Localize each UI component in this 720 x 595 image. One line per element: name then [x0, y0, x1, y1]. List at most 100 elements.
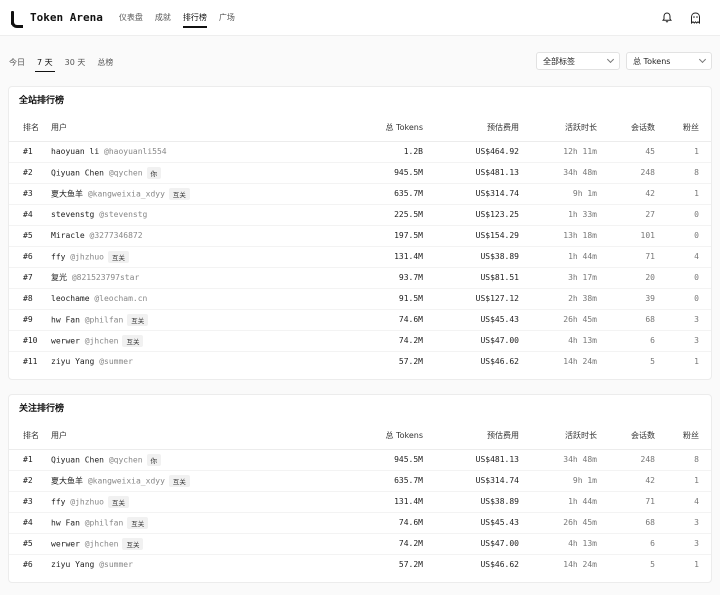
user-cell[interactable]: haoyuan li @haoyuanli554: [45, 141, 349, 163]
table-row[interactable]: #6 ffy @jhzhuo 互关 131.4M US$38.89 1h 44m 71 4: [9, 246, 711, 268]
cost-cell: US$46.62: [480, 357, 519, 367]
user-cell[interactable]: leochame @leocham.cn: [45, 288, 349, 310]
table-row[interactable]: #10 werwer @jhchen 互关 74.2M US$47.00 4h 13m 6 3: [9, 330, 711, 352]
tokens-cell: 945.5M: [349, 449, 429, 471]
user-name[interactable]: haoyuan li: [51, 147, 99, 156]
range-tab-30d[interactable]: 30 天: [64, 52, 87, 74]
active-time-cell: 2h 38m: [525, 288, 603, 310]
user-name[interactable]: ziyu Yang: [51, 357, 94, 366]
user-name[interactable]: werwer: [51, 336, 80, 345]
global-leaderboard-card: 全站排行榜 排名 用户 总 Tokens 预估费用 活跃时长 会话数 粉丝 #1…: [8, 86, 712, 380]
active-time-cell: 34h 48m: [525, 449, 603, 471]
user-cell[interactable]: stevenstg @stevenstg: [45, 204, 349, 226]
nav-item-plaza[interactable]: 广场: [219, 0, 235, 36]
table-row[interactable]: #4 stevenstg @stevenstg 225.5M US$123.25 1h …: [9, 204, 711, 226]
table-row[interactable]: #3 夏大鱼羊 @kangweixia_xdyy 互关 635.7M US$314.74…: [9, 183, 711, 205]
col-active-time[interactable]: 活跃时长: [525, 423, 603, 450]
fans-cell: 1: [661, 183, 711, 205]
cost-cell: US$481.13: [429, 449, 525, 471]
fans-cell: 3: [661, 330, 711, 352]
user-name[interactable]: werwer: [51, 539, 80, 548]
user-name[interactable]: 复光: [51, 273, 67, 282]
rank-cell: #4: [9, 512, 45, 534]
table-row[interactable]: #9 hw Fan @philfan 互关 74.6M US$45.43 26h 45m 6…: [9, 309, 711, 331]
col-fans[interactable]: 粉丝: [661, 423, 711, 450]
table-row[interactable]: #8 leochame @leocham.cn 91.5M US$127.12 2h 3…: [9, 288, 711, 310]
user-name[interactable]: hw Fan: [51, 518, 80, 527]
user-cell[interactable]: Qiyuan Chen @qychen 你: [45, 449, 349, 471]
chevron-down-icon: [698, 55, 707, 64]
col-cost[interactable]: 预估费用: [429, 115, 525, 142]
col-tokens[interactable]: 总 Tokens: [349, 115, 429, 142]
fans-cell: 1: [661, 470, 711, 492]
user-name[interactable]: ffy: [51, 497, 65, 506]
active-time-cell: 12h 11m: [525, 141, 603, 163]
col-user: 用户: [45, 423, 349, 450]
user-name[interactable]: Miracle: [51, 231, 85, 240]
metric-select[interactable]: 总 Tokens: [626, 52, 712, 70]
table-row[interactable]: #7 复光 @821523797star 93.7M US$81.51 3h 17m 20…: [9, 267, 711, 289]
col-cost[interactable]: 预估费用: [429, 423, 525, 450]
table-row[interactable]: #11 ziyu Yang @summer 57.2M US$46.62 14h 24m…: [9, 351, 711, 372]
user-name[interactable]: ziyu Yang: [51, 560, 94, 569]
range-tab-today[interactable]: 今日: [8, 52, 26, 74]
sessions-cell: 68: [603, 309, 661, 331]
user-cell[interactable]: hw Fan @philfan 互关: [45, 512, 349, 534]
user-cell[interactable]: ziyu Yang @summer: [45, 351, 349, 372]
tag-select[interactable]: 全部标签: [536, 52, 620, 70]
cost-cell: US$47.00: [429, 330, 525, 352]
user-cell[interactable]: ffy @jhzhuo 互关: [45, 246, 349, 268]
user-cell[interactable]: 夏大鱼羊 @kangweixia_xdyy 互关: [45, 183, 349, 205]
relation-badge: 互关: [108, 495, 129, 508]
user-cell[interactable]: 夏大鱼羊 @kangweixia_xdyy 互关: [45, 470, 349, 492]
cost-cell: US$81.51: [429, 267, 525, 289]
col-rank: 排名: [9, 115, 45, 142]
nav-item-achievements[interactable]: 成就: [155, 0, 171, 36]
col-sessions[interactable]: 会话数: [603, 115, 661, 142]
table-row[interactable]: #1 Qiyuan Chen @qychen 你 945.5M US$481.13 34h…: [9, 449, 711, 471]
user-cell[interactable]: Qiyuan Chen @qychen 你: [45, 162, 349, 184]
ghost-icon[interactable]: [688, 11, 702, 25]
table-row[interactable]: #4 hw Fan @philfan 互关 74.6M US$45.43 26h 45m 6…: [9, 512, 711, 534]
range-tab-all[interactable]: 总榜: [96, 52, 114, 74]
rank-cell: #1: [9, 141, 45, 163]
user-cell[interactable]: werwer @jhchen 互关: [45, 330, 349, 352]
col-tokens[interactable]: 总 Tokens: [349, 423, 429, 450]
user-name[interactable]: hw Fan: [51, 315, 80, 324]
user-cell[interactable]: werwer @jhchen 互关: [45, 533, 349, 555]
tokens-cell: 635.7M: [349, 470, 429, 492]
cost-cell: US$127.12: [429, 288, 525, 310]
user-cell[interactable]: ffy @jhzhuo 互关: [45, 491, 349, 513]
nav-item-leaderboard[interactable]: 排行榜: [182, 0, 207, 36]
user-name[interactable]: ffy: [51, 252, 65, 261]
user-name[interactable]: 夏大鱼羊: [51, 189, 83, 198]
table-row[interactable]: #1 haoyuan li @haoyuanli554 1.2B US$464.92 1…: [9, 141, 711, 163]
user-cell[interactable]: hw Fan @philfan 互关: [45, 309, 349, 331]
col-active-time[interactable]: 活跃时长: [525, 115, 603, 142]
range-tab-7d[interactable]: 7 天: [35, 52, 55, 74]
nav-item-dashboard[interactable]: 仪表盘: [119, 0, 143, 36]
relation-badge: 互关: [122, 334, 144, 347]
table-row[interactable]: #3 ffy @jhzhuo 互关 131.4M US$38.89 1h 44m 71 4: [9, 491, 711, 513]
table-row[interactable]: #5 werwer @jhchen 互关 74.2M US$47.00 4h 13m 6 3: [9, 533, 711, 555]
col-sessions[interactable]: 会话数: [603, 423, 661, 450]
user-name[interactable]: Qiyuan Chen: [51, 168, 104, 177]
user-cell[interactable]: 复光 @821523797star: [45, 267, 349, 289]
tokens-cell: 57.2M: [398, 560, 423, 570]
user-cell[interactable]: ziyu Yang @summer: [45, 554, 349, 575]
logo[interactable]: Token Arena: [10, 10, 103, 28]
table-row[interactable]: #2 夏大鱼羊 @kangweixia_xdyy 互关 635.7M US$314.74…: [9, 470, 711, 492]
relation-badge: 互关: [127, 516, 149, 529]
user-name[interactable]: 夏大鱼羊: [51, 476, 83, 485]
table-row[interactable]: #6 ziyu Yang @summer 57.2M US$46.62 14h 24m 5…: [9, 554, 711, 575]
user-name[interactable]: Qiyuan Chen: [51, 455, 104, 464]
table-row[interactable]: #2 Qiyuan Chen @qychen 你 945.5M US$481.13 34h…: [9, 162, 711, 184]
table-row[interactable]: #5 Miracle @3277346872 197.5M US$154.29 13h …: [9, 225, 711, 247]
user-cell[interactable]: Miracle @3277346872: [45, 225, 349, 247]
rank-cell: #6: [23, 560, 33, 570]
sessions-cell: 248: [603, 162, 661, 184]
user-name[interactable]: leochame: [51, 294, 90, 303]
user-name[interactable]: stevenstg: [51, 210, 94, 219]
bell-icon[interactable]: [660, 11, 674, 25]
col-fans[interactable]: 粉丝: [661, 115, 711, 142]
